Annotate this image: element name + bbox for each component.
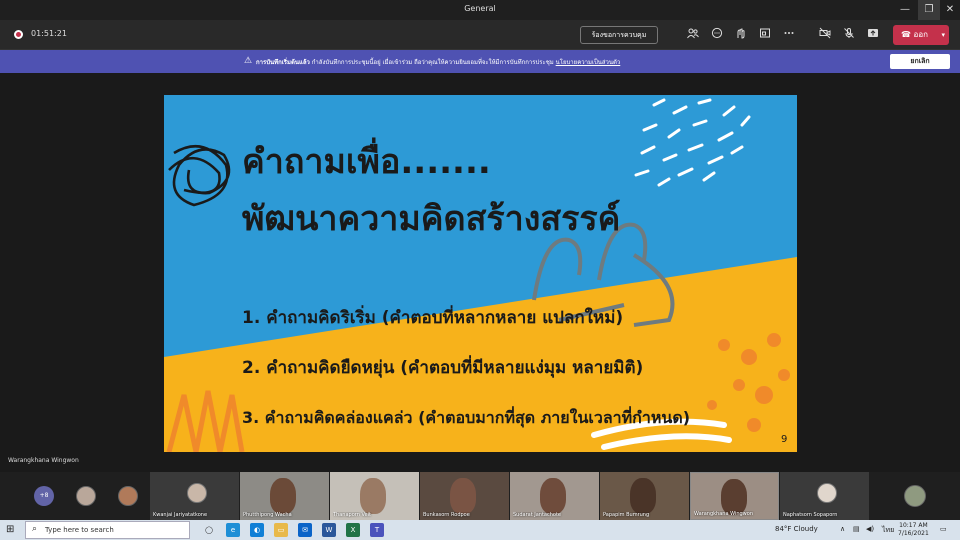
participant-name: Kwanjai Jariyatatkone <box>153 512 208 518</box>
participant-name: Papapim Bumrung <box>603 512 650 518</box>
participant-video <box>450 478 476 514</box>
participant-name: Bunkasorn Rodpoe <box>423 512 470 518</box>
excel-icon[interactable]: X <box>346 523 360 537</box>
participant-tile[interactable]: Thanaporn Veit <box>330 472 419 520</box>
avatar[interactable] <box>118 486 138 506</box>
clock-date: 7/16/2021 <box>898 530 929 537</box>
participant-tile[interactable]: Sudarat Jantachote <box>510 472 599 520</box>
notifications-icon[interactable]: ▭ <box>940 525 947 533</box>
mail-icon[interactable]: ✉ <box>298 523 312 537</box>
rooms-icon[interactable] <box>757 27 773 43</box>
participant-video <box>630 478 656 514</box>
slide-title-line2: พัฒนาความคิดสร้างสรรค์ <box>242 199 620 239</box>
slide-title-line1: คำถามเพื่อ....... <box>242 137 491 182</box>
edge-icon[interactable]: e <box>226 523 240 537</box>
language-icon[interactable]: ไทย <box>882 525 894 536</box>
taskbar-clock[interactable]: 10:17 AM 7/16/2021 <box>898 522 929 538</box>
avatar[interactable] <box>76 486 96 506</box>
participant-tile[interactable]: Papapim Bumrung <box>600 472 689 520</box>
leave-label: ออก <box>913 30 928 39</box>
share-icon[interactable] <box>865 27 881 43</box>
edge-browser-icon[interactable]: ◐ <box>250 523 264 537</box>
participant-name: Phutthipong Wacha <box>243 512 292 518</box>
banner-text: การบันทึกเริ่มต้นแล้ว กำลังบันทึกการประช… <box>256 57 620 67</box>
search-icon: ⌕ <box>32 524 38 534</box>
self-view-avatar[interactable] <box>904 485 926 507</box>
task-view-icon[interactable]: ◯ <box>202 523 216 537</box>
shared-screen-stage: คำถามเพื่อ....... พัฒนาความคิดสร้างสรรค์… <box>0 73 960 472</box>
presenter-name: Warangkhana Wingwon <box>8 457 79 464</box>
people-icon[interactable] <box>685 27 701 43</box>
avatar <box>187 483 207 503</box>
slide-item-1: 1. คำถามคิดริเริ่ม (คำตอบที่หลากหลาย แปล… <box>242 305 623 328</box>
windows-start-icon[interactable]: ⊞ <box>6 524 14 535</box>
meeting-toolbar: 01:51:21 ร้องขอการควบคุม ☎ ออก ▾ <box>0 20 960 50</box>
slide-background: คำถามเพื่อ....... พัฒนาความคิดสร้างสรรค์… <box>164 95 797 452</box>
weather-widget[interactable]: 84°F Cloudy <box>775 525 818 533</box>
more-participants-button[interactable]: +8 <box>34 486 54 506</box>
file-explorer-icon[interactable]: ▭ <box>274 523 288 537</box>
volume-icon[interactable]: ◀) <box>866 525 874 533</box>
slide-item-2: 2. คำถามคิดยืดหยุ่น (คำตอบที่มีหลายแง่มุ… <box>242 355 643 378</box>
phone-hangup-icon: ☎ <box>901 30 914 39</box>
participant-tile[interactable]: Warangkhana Wingwon <box>690 472 779 520</box>
mic-off-icon[interactable] <box>841 27 857 43</box>
minimize-button[interactable]: — <box>894 0 916 20</box>
dismiss-button[interactable]: ยกเลิก <box>890 54 950 69</box>
more-icon[interactable] <box>781 27 797 43</box>
recording-banner: ⚠ การบันทึกเริ่มต้นแล้ว กำลังบันทึกการปร… <box>0 50 960 73</box>
participant-tile[interactable]: Bunkasorn Rodpoe <box>420 472 509 520</box>
taskbar-search-input[interactable]: ⌕ Type here to search <box>25 521 190 539</box>
warning-icon: ⚠ <box>244 56 253 66</box>
banner-message: กำลังบันทึกการประชุมนี้อยู่ เมื่อเข้าร่ว… <box>311 59 554 66</box>
title-bar: General — ❐ ✕ <box>0 0 960 20</box>
tray-chevron-icon[interactable]: ∧ <box>840 525 845 533</box>
participant-gallery: +8 Kwanjai Jariyatatkone Phutthipong Wac… <box>0 472 960 520</box>
participant-tile[interactable]: Naphatsorn Sopaporn <box>780 472 869 520</box>
participant-name: Warangkhana Wingwon <box>694 511 753 517</box>
react-icon[interactable] <box>733 27 749 43</box>
windows-taskbar: ⊞ ⌕ Type here to search ◯ e ◐ ▭ ✉ W X T … <box>0 520 960 540</box>
word-icon[interactable]: W <box>322 523 336 537</box>
teams-icon[interactable]: T <box>370 523 384 537</box>
banner-bold-text: การบันทึกเริ่มต้นแล้ว <box>256 59 310 66</box>
network-icon[interactable]: ▤ <box>853 525 860 533</box>
close-window-button[interactable]: ✕ <box>939 0 960 20</box>
slide-page-number: 9 <box>781 434 787 445</box>
camera-off-icon[interactable] <box>817 27 833 43</box>
participant-video <box>360 478 386 514</box>
participant-video <box>721 479 747 515</box>
participant-video <box>540 478 566 514</box>
slide-item-3: 3. คำถามคิดคล่องแคล่ว (คำตอบมากที่สุด ภา… <box>242 406 690 428</box>
participant-name: Naphatsorn Sopaporn <box>783 512 838 518</box>
search-placeholder: Type here to search <box>45 526 114 534</box>
request-control-button[interactable]: ร้องขอการควบคุม <box>580 26 658 44</box>
participant-name: Thanaporn Veit <box>333 512 371 518</box>
clock-time: 10:17 AM <box>899 522 928 529</box>
participant-tile[interactable]: Phutthipong Wacha <box>240 472 329 520</box>
chat-icon[interactable] <box>709 27 725 43</box>
meeting-timer: 01:51:21 <box>31 29 67 38</box>
privacy-policy-link[interactable]: นโยบายความเป็นส่วนตัว <box>556 59 621 66</box>
participant-tile[interactable]: Kwanjai Jariyatatkone <box>150 472 239 520</box>
presentation-slide: คำถามเพื่อ....... พัฒนาความคิดสร้างสรรค์… <box>164 95 797 452</box>
chevron-down-icon[interactable]: ▾ <box>941 25 945 45</box>
leave-button[interactable]: ☎ ออก ▾ <box>893 25 949 45</box>
participant-video <box>270 478 296 514</box>
participant-name: Sudarat Jantachote <box>513 512 561 518</box>
recording-icon <box>14 30 23 39</box>
restore-button[interactable]: ❐ <box>918 0 940 20</box>
avatar <box>817 483 837 503</box>
window-title: General <box>464 4 496 13</box>
